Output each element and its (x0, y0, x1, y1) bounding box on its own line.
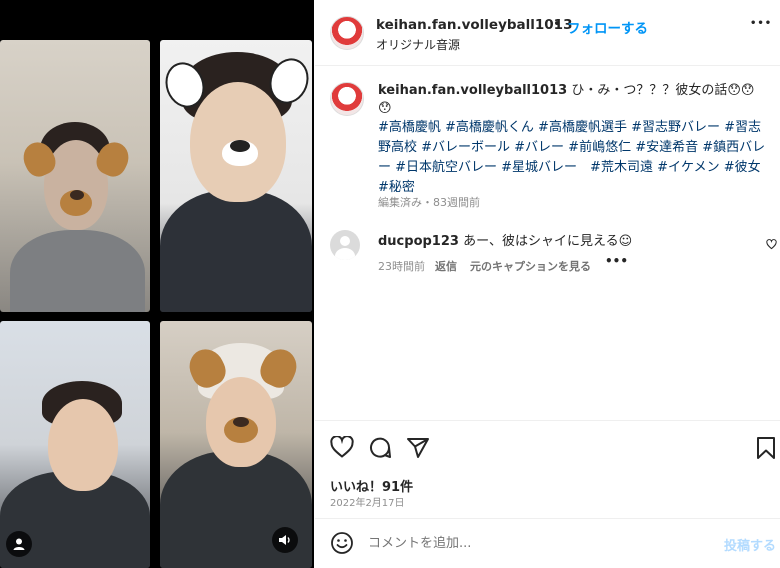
caption-hashtags[interactable]: #高橋慶帆 #高橋慶帆くん #高橋慶帆選手 #習志野バレー #習志野高校 #バレ… (378, 118, 766, 198)
like-heart-icon[interactable] (330, 436, 354, 458)
audio-label[interactable]: オリジナル音源 (376, 36, 460, 53)
audio-toggle-button[interactable] (272, 527, 298, 553)
comment-input[interactable] (366, 535, 710, 552)
comment-like-heart-icon[interactable] (766, 239, 777, 250)
post-date: 2022年2月17日 (330, 498, 405, 509)
comment-more-button[interactable]: ••• (605, 254, 628, 268)
comment: ducpop123 あー、彼はシャイに見える☺ (378, 230, 632, 249)
see-original-caption-button[interactable]: 元のキャプションを見る (470, 258, 591, 274)
caption-author-avatar[interactable] (330, 82, 364, 116)
user-icon (13, 538, 25, 550)
reply-button[interactable]: 返信 (435, 258, 457, 274)
composer-divider (315, 518, 780, 519)
dog-nose-filter-icon (233, 417, 249, 427)
video-tile-top-left (0, 40, 150, 312)
actions-divider (315, 420, 780, 421)
video-tile-top-right (160, 40, 312, 312)
post-comment-button[interactable]: 投稿する (724, 535, 776, 554)
dog-nose-filter-icon (230, 140, 250, 152)
person-body (10, 230, 145, 312)
follow-button[interactable]: フォローする (567, 17, 648, 37)
commenter-username[interactable]: ducpop123 (378, 234, 459, 249)
caption-meta: 編集済み・83週間前 (378, 196, 480, 209)
profile-tag-icon[interactable] (6, 531, 32, 557)
emoji-icon[interactable] (330, 531, 354, 555)
comment-time: 23時間前 (378, 260, 425, 273)
caption: keihan.fan.volleyball1013 ひ・み・つ？？？彼女の話😯😯… (378, 82, 758, 118)
comment-bubble-icon[interactable] (368, 436, 392, 460)
more-options-button[interactable]: ••• (750, 18, 772, 29)
likes-count[interactable]: いいね！91件 (330, 476, 413, 495)
person-body (160, 190, 312, 312)
share-send-icon[interactable] (406, 436, 430, 460)
caption-username[interactable]: keihan.fan.volleyball1013 (378, 83, 567, 98)
video-player[interactable] (0, 0, 314, 568)
comment-text: あー、彼はシャイに見える☺ (463, 234, 633, 249)
video-tile-bottom-right (160, 321, 312, 568)
commenter-avatar[interactable] (330, 230, 360, 260)
header-divider (315, 65, 780, 66)
dog-nose-filter-icon (70, 190, 84, 200)
person-face (48, 399, 118, 491)
author-avatar[interactable] (330, 16, 364, 50)
speaker-icon (279, 535, 290, 545)
author-username[interactable]: keihan.fan.volleyball1013 (376, 17, 572, 33)
video-tile-bottom-left (0, 321, 150, 568)
bookmark-icon[interactable] (756, 436, 776, 460)
header-separator: • (553, 17, 561, 32)
